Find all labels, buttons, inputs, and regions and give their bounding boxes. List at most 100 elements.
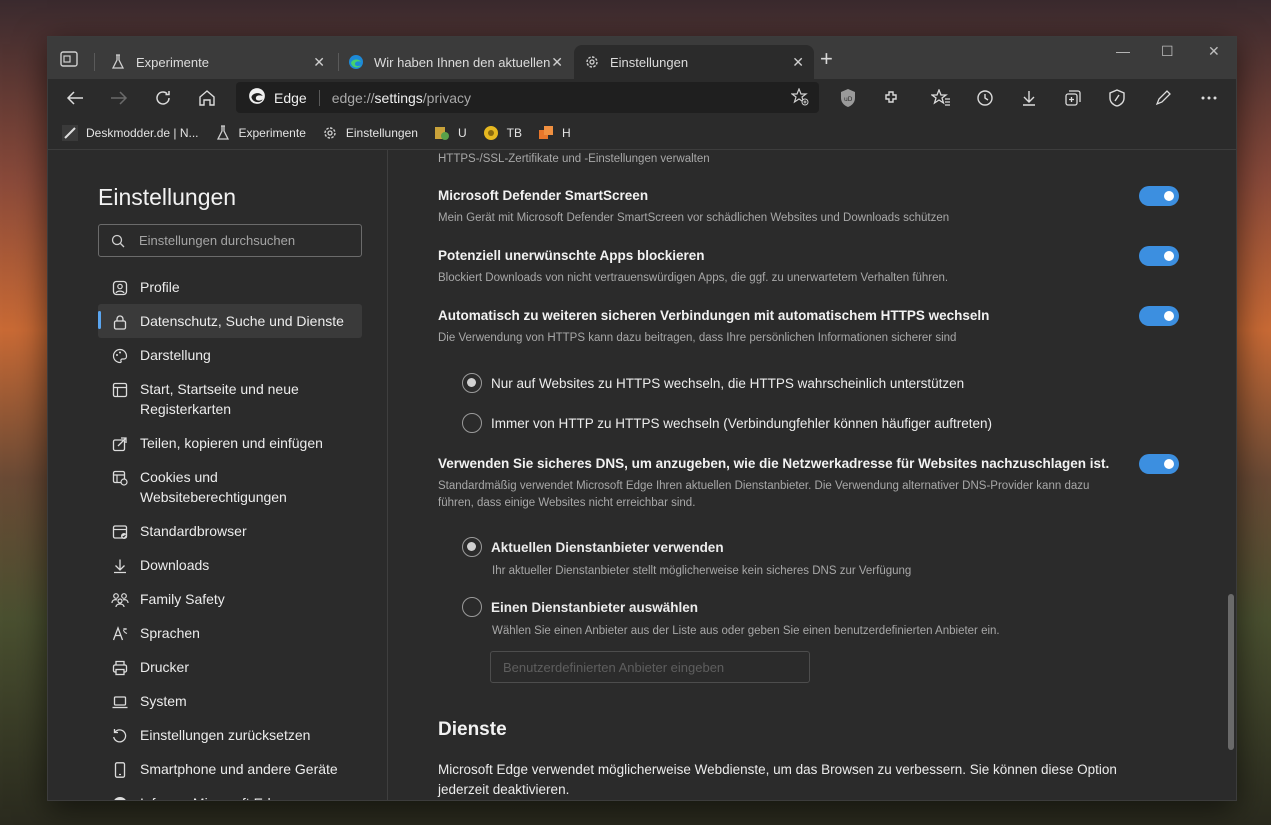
sidebar-item-languages[interactable]: Sprachen [98, 616, 362, 650]
share-icon [111, 435, 129, 453]
sidebar-item-cookies[interactable]: Cookies und Websiteberechtigungen [98, 460, 362, 514]
https-option-always[interactable]: Immer von HTTP zu HTTPS wechseln (Verbin… [462, 413, 992, 433]
pua-title: Potenziell unerwünschte Apps blockieren [438, 248, 705, 263]
smartscreen-toggle[interactable] [1139, 186, 1179, 206]
sidebar-item-about[interactable]: Infos zu Microsoft Edge [98, 786, 362, 800]
https-toggle[interactable] [1139, 306, 1179, 326]
bookmark-u[interactable]: U [434, 125, 467, 141]
profile-icon [111, 279, 129, 297]
radio-selected[interactable] [462, 537, 482, 557]
bookmarks-bar: Deskmodder.de | N... Experimente Einstel… [48, 116, 1236, 150]
bookmark-tb[interactable]: TB [483, 125, 522, 141]
tab-label: Experimente [136, 54, 209, 70]
sidebar-item-printer[interactable]: Drucker [98, 650, 362, 684]
sidebar-item-downloads[interactable]: Downloads [98, 548, 362, 582]
sidebar-item-privacy[interactable]: Datenschutz, Suche und Dienste [98, 304, 362, 338]
palette-icon [111, 347, 129, 365]
forward-button[interactable] [108, 87, 130, 109]
settings-main: HTTPS-/SSL-Zertifikate und -Einstellunge… [388, 150, 1236, 800]
tab-label: Einstellungen [610, 54, 689, 70]
tab-einstellungen[interactable]: Einstellungen ✕ [574, 45, 814, 79]
download-icon [111, 557, 129, 575]
dns-toggle[interactable] [1139, 454, 1179, 474]
bookmark-h[interactable]: H [538, 125, 571, 141]
sidebar-item-appearance[interactable]: Darstellung [98, 338, 362, 372]
dns-desc: Standardmäßig verwendet Microsoft Edge I… [438, 480, 1090, 509]
address-url: edge://settings/privacy [331, 89, 472, 106]
bookmark-deskmodder[interactable]: Deskmodder.de | N... [62, 124, 199, 141]
pua-toggle[interactable] [1139, 246, 1179, 266]
pen-icon[interactable] [1152, 87, 1174, 109]
browser-icon [111, 523, 129, 541]
sidebar-item-system[interactable]: System [98, 684, 362, 718]
flask-icon [215, 124, 231, 141]
refresh-button[interactable] [152, 87, 174, 109]
add-favorite-icon[interactable] [790, 87, 809, 109]
services-heading: Dienste [438, 719, 507, 740]
smartscreen-desc: Mein Gerät mit Microsoft Defender SmartS… [438, 212, 950, 224]
search-input[interactable]: Einstellungen durchsuchen [98, 224, 362, 257]
tab-news[interactable]: Wir haben Ihnen den aktuellen B ✕ [338, 45, 573, 79]
close-icon[interactable]: ✕ [313, 54, 325, 71]
settings-sidebar: Einstellungen Einstellungen durchsuchen … [48, 150, 388, 800]
close-icon[interactable]: ✕ [551, 54, 563, 71]
home-grid-icon [111, 381, 129, 399]
tab-strip: Experimente ✕ Wir haben Ihnen den aktuel… [48, 37, 1236, 79]
new-tab-button[interactable]: + [820, 48, 833, 70]
edge-logo-icon [111, 795, 129, 800]
edge-logo-icon [348, 54, 364, 70]
search-icon [111, 234, 125, 248]
https-option-likely[interactable]: Nur auf Websites zu HTTPS wechseln, die … [462, 373, 964, 393]
h-extension-icon [538, 125, 554, 141]
gear-icon [584, 54, 600, 70]
sidebar-item-reset[interactable]: Einstellungen zurücksetzen [98, 718, 362, 752]
laptop-icon [111, 693, 129, 711]
https-title: Automatisch zu weiteren sicheren Verbind… [438, 308, 990, 323]
extensions-icon[interactable] [881, 87, 903, 109]
page-title: Einstellungen [98, 184, 237, 210]
edge-logo-icon [248, 87, 266, 108]
home-button[interactable] [196, 87, 218, 109]
sidebar-item-default-browser[interactable]: Standardbrowser [98, 514, 362, 548]
settings-page: Einstellungen Einstellungen durchsuchen … [48, 150, 1236, 800]
pua-desc: Blockiert Downloads von nicht vertrauens… [438, 272, 949, 284]
dns-option-choose[interactable]: Einen Dienstanbieter auswählen [462, 597, 698, 617]
custom-provider-input[interactable]: Benutzerdefinierten Anbieter eingeben [490, 651, 810, 683]
close-window-button[interactable]: ✕ [1208, 43, 1220, 60]
minimize-button[interactable]: — [1116, 43, 1130, 59]
scrollbar[interactable] [1228, 594, 1234, 750]
sidebar-item-start[interactable]: Start, Startseite und neue Registerkarte… [98, 372, 362, 426]
maximize-button[interactable]: ☐ [1161, 43, 1174, 60]
dns-option-current-desc: Ihr aktueller Dienstanbieter stellt mögl… [492, 565, 912, 577]
radio-selected[interactable] [462, 373, 482, 393]
bookmark-experimente[interactable]: Experimente [215, 124, 306, 141]
back-button[interactable] [64, 87, 86, 109]
bookmark-einstellungen[interactable]: Einstellungen [322, 125, 418, 141]
tab-actions-icon[interactable] [60, 51, 78, 67]
flask-icon [110, 54, 126, 70]
tab-label: Wir haben Ihnen den aktuellen B [374, 54, 554, 70]
sidebar-item-share[interactable]: Teilen, kopieren und einfügen [98, 426, 362, 460]
radio-unselected[interactable] [462, 597, 482, 617]
favorites-icon[interactable] [930, 87, 952, 109]
sidebar-item-phone[interactable]: Smartphone und andere Geräte [98, 752, 362, 786]
ublock-icon[interactable]: uD [837, 87, 859, 109]
download-icon[interactable] [1018, 87, 1040, 109]
services-desc: Microsoft Edge verwendet möglicherweise … [438, 762, 1117, 797]
address-bar[interactable]: Edge edge://settings/privacy [236, 82, 819, 113]
browser-window: Experimente ✕ Wir haben Ihnen den aktuel… [47, 36, 1237, 801]
phone-icon [111, 761, 129, 779]
radio-unselected[interactable] [462, 413, 482, 433]
sidebar-item-profile[interactable]: Profile [98, 270, 362, 304]
toolbar: Edge edge://settings/privacy uD [48, 79, 1236, 116]
printer-icon [111, 659, 129, 677]
sidebar-item-family[interactable]: Family Safety [98, 582, 362, 616]
cookie-grid-icon [111, 469, 129, 487]
dns-option-current[interactable]: Aktuellen Dienstanbieter verwenden [462, 537, 724, 557]
close-icon[interactable]: ✕ [792, 54, 804, 71]
more-menu-icon[interactable] [1198, 87, 1220, 109]
collections-icon[interactable] [1062, 87, 1084, 109]
browser-essentials-icon[interactable] [1106, 87, 1128, 109]
tab-experimente[interactable]: Experimente ✕ [100, 45, 335, 79]
history-icon[interactable] [974, 87, 996, 109]
